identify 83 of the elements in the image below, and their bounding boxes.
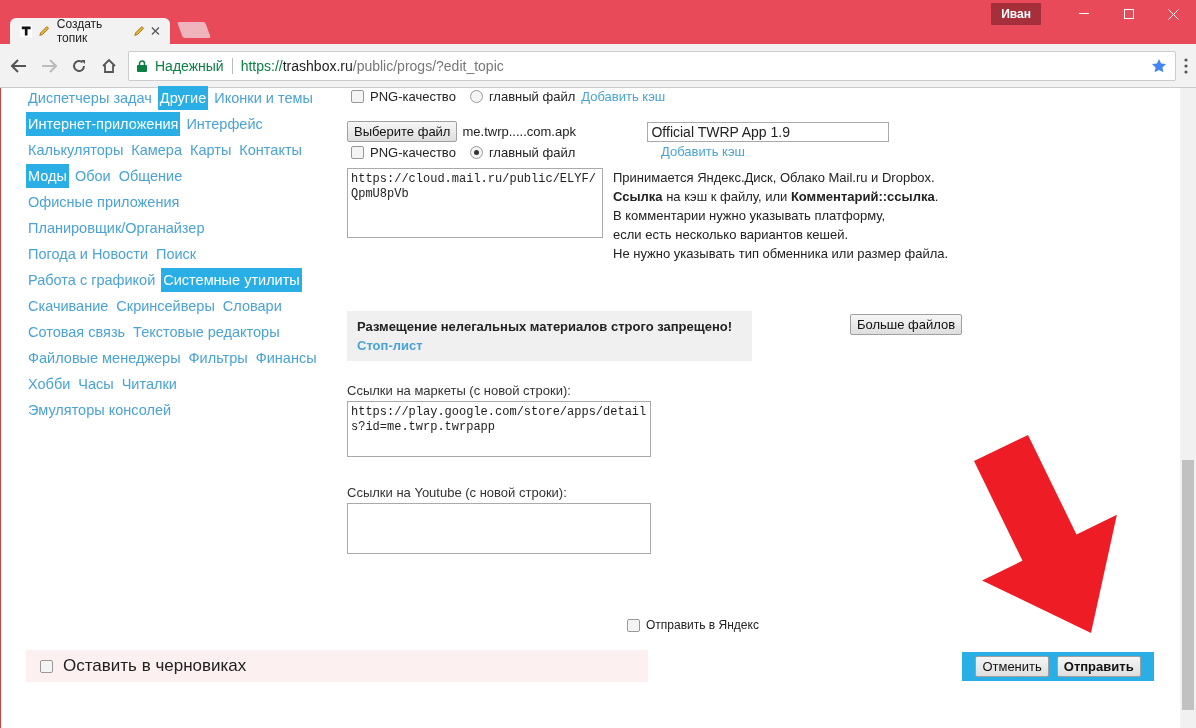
star-icon[interactable]	[1151, 57, 1167, 74]
browser-tab[interactable]: Создать топик	[10, 18, 170, 44]
checkbox-label: PNG-качество	[370, 88, 456, 104]
new-tab-button[interactable]	[177, 22, 211, 38]
category-link[interactable]: Скачивание	[26, 294, 111, 318]
category-link[interactable]: Финансы	[253, 346, 319, 370]
checkbox[interactable]	[627, 618, 640, 632]
menu-icon[interactable]	[1184, 57, 1188, 74]
category-link[interactable]: Общение	[116, 164, 185, 188]
category-link[interactable]: Словари	[220, 294, 284, 318]
add-cache-link[interactable]: Добавить кэш	[661, 144, 745, 159]
category-link[interactable]: Моды	[26, 164, 69, 188]
category-link[interactable]: Эмуляторы консолей	[26, 398, 174, 422]
category-link[interactable]: Интернет-приложения	[26, 112, 181, 136]
category-link[interactable]: Системные утилиты	[161, 268, 302, 292]
checkbox-label: Оставить в черновиках	[63, 656, 247, 676]
checkbox[interactable]	[351, 89, 364, 103]
category-link[interactable]: Текстовые редакторы	[131, 320, 282, 344]
category-link[interactable]: Диспетчеры задач	[26, 86, 154, 110]
category-link[interactable]: Файловые менеджеры	[26, 346, 183, 370]
site-logo-icon	[20, 24, 33, 38]
checkbox-label: Отправить в Яндекс	[646, 618, 759, 632]
home-icon[interactable]	[101, 57, 117, 74]
youtube-input-field[interactable]	[347, 503, 651, 554]
help-text: Не нужно указывать тип обменника или размер файла.	[613, 245, 949, 263]
markets-input-field[interactable]: https://play.google.com/store/apps/details?id=me.twrp.twrpapp	[347, 401, 651, 457]
back-arrow-icon[interactable]	[11, 58, 27, 73]
category-link[interactable]: Карты	[188, 138, 234, 162]
radio-label: главный файл	[488, 88, 576, 104]
category-link[interactable]: Фильтры	[186, 346, 250, 370]
help-text: В комментарии нужно указывать платформу,	[613, 207, 887, 225]
more-files-button[interactable]: Больше файлов	[850, 314, 963, 335]
category-link[interactable]: Работа с графикой	[26, 268, 158, 292]
radio-button[interactable]	[469, 145, 483, 159]
profile-button[interactable]: Иван	[991, 3, 1041, 25]
checkbox[interactable]	[40, 659, 53, 673]
url-text: https://trashbox.ru/public/progs/?edit_topic	[240, 57, 504, 74]
checkbox-label: PNG-качество	[370, 144, 456, 160]
stop-list-link[interactable]: Стоп-лист	[357, 338, 742, 353]
cancel-button[interactable]: Отменить	[975, 655, 1049, 677]
address-bar[interactable]: Надежный https://trashbox.ru/public/progs/?edit_topic	[128, 50, 1176, 81]
add-cache-link[interactable]: Добавить кэш	[581, 88, 666, 104]
scrollbar[interactable]	[1180, 88, 1196, 728]
file-name: me.twrp.....com.apk	[462, 124, 577, 139]
link-input-field[interactable]: https://cloud.mail.ru/public/ELYF/QpmU8pVb	[347, 168, 603, 238]
category-link[interactable]: Камера	[129, 138, 184, 162]
category-link[interactable]: Калькуляторы	[26, 138, 126, 162]
category-link[interactable]: Поиск	[154, 242, 199, 266]
lock-icon	[137, 59, 147, 72]
category-link[interactable]: Скринсейверы	[114, 294, 217, 318]
category-link[interactable]: Читалки	[119, 372, 179, 396]
close-icon[interactable]	[151, 26, 160, 36]
pencil-icon	[38, 24, 51, 38]
category-link[interactable]: Хобби	[26, 372, 73, 396]
help-text: Ссылка на кэш к файлу, или Комментарий::ссылка.	[613, 188, 940, 206]
category-link[interactable]: Контакты	[237, 138, 304, 162]
scrollbar-thumb[interactable]	[1182, 460, 1194, 710]
help-text: если есть несколько вариантов кешей.	[613, 226, 850, 244]
security-label: Надежный	[155, 57, 224, 74]
choose-file-button[interactable]: Выберите файл	[347, 121, 458, 142]
category-link[interactable]: Интерфейс	[184, 112, 265, 136]
field-label: Ссылки на Youtube (с новой строки):	[347, 485, 568, 500]
tab-title: Создать топик	[56, 17, 104, 45]
help-text: Принимается Яндекс.Диск, Облако Mail.ru и Dropbox.	[613, 169, 936, 187]
pencil-icon	[132, 24, 146, 38]
category-link[interactable]: Погода и Новости	[26, 242, 150, 266]
category-link[interactable]: Планировщик/Органайзер	[26, 216, 207, 240]
category-link[interactable]: Часы	[76, 372, 116, 396]
minimize-icon[interactable]	[1078, 13, 1089, 15]
title-input-field[interactable]: Official TWRP App 1.9	[647, 121, 890, 142]
field-label: Ссылки на маркеты (с новой строки):	[347, 383, 572, 398]
radio-button[interactable]	[469, 89, 483, 103]
category-link[interactable]: Обои	[72, 164, 113, 188]
category-link[interactable]: Другие	[157, 86, 209, 110]
submit-button[interactable]: Отправить	[1056, 655, 1141, 677]
checkbox[interactable]	[351, 145, 364, 159]
radio-label: главный файл	[488, 144, 576, 160]
warning-text: Размещение нелегальных материалов строго запрещено!	[357, 319, 734, 334]
category-link[interactable]: Офисные приложения	[26, 190, 182, 214]
maximize-icon[interactable]	[1123, 9, 1134, 19]
category-link[interactable]: Сотовая связь	[26, 320, 128, 344]
reload-icon[interactable]	[71, 57, 87, 74]
category-link[interactable]: Иконки и темы	[212, 86, 315, 110]
